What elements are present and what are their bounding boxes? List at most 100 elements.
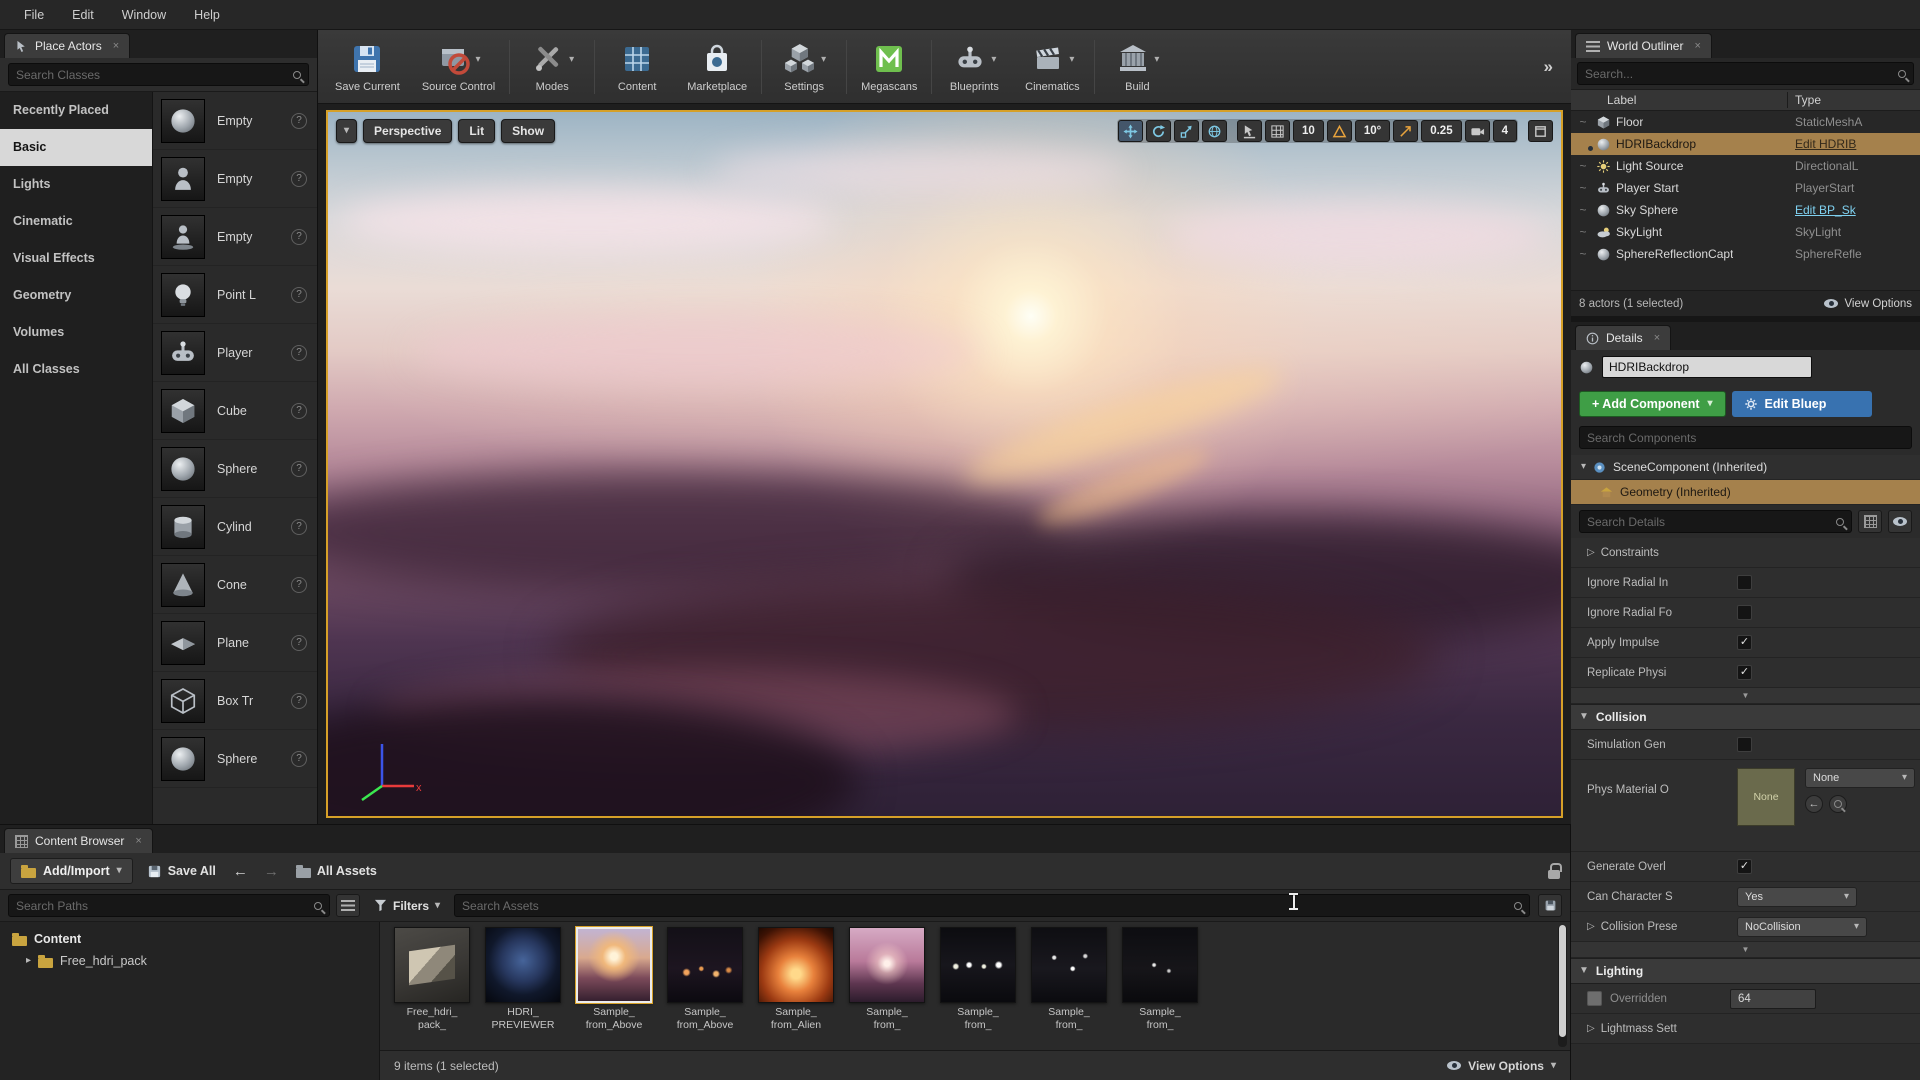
filters-button[interactable]: Filters ▾	[368, 899, 446, 913]
show-button[interactable]: Show	[501, 119, 556, 143]
camera-speed-value[interactable]: 4	[1492, 120, 1517, 142]
tab-world-outliner[interactable]: World Outliner ×	[1575, 33, 1712, 58]
help-icon[interactable]: ?	[291, 228, 307, 245]
property-lightmass-settings[interactable]: ▷ Lightmass Sett	[1571, 1014, 1920, 1044]
outliner-column-header[interactable]: Label Type	[1571, 89, 1920, 111]
chevron-right-icon[interactable]: ▷	[1587, 921, 1595, 932]
rotation-snap-value[interactable]: 10°	[1354, 120, 1391, 142]
advanced-expander[interactable]: ▼	[1571, 942, 1920, 958]
browse-asset-button[interactable]	[1829, 795, 1847, 813]
level-viewport[interactable]: x ▾ Perspective Lit Show 10 10° 0.25 4	[326, 110, 1563, 818]
back-button[interactable]: ←	[230, 863, 251, 880]
chevron-right-icon[interactable]: ▷	[1587, 547, 1595, 558]
search-components-input[interactable]	[1587, 430, 1904, 445]
outliner-view-options-button[interactable]: View Options	[1824, 298, 1912, 310]
asset-sample-from[interactable]: Sample_ from_	[845, 927, 929, 1031]
actor-name-field[interactable]	[1602, 356, 1812, 378]
chevron-right-icon[interactable]: ▸	[26, 956, 31, 966]
grid-snap-value[interactable]: 10	[1293, 120, 1324, 142]
category-recently-placed[interactable]: Recently Placed	[0, 92, 152, 129]
help-icon[interactable]: ?	[291, 344, 307, 361]
scale-snap-button[interactable]	[1393, 120, 1419, 142]
asset-sample-from[interactable]: Sample_ from_	[1118, 927, 1202, 1031]
search-classes-input[interactable]	[16, 67, 287, 82]
menu-window[interactable]: Window	[110, 4, 178, 26]
outliner-row-player-start[interactable]: ~ Player Start PlayerStart	[1571, 177, 1920, 199]
outliner-row-sky-sphere[interactable]: ~ Sky Sphere Edit BP_Sk	[1571, 199, 1920, 221]
forward-button[interactable]: →	[261, 863, 282, 880]
build-button[interactable]: ▾ Build	[1098, 36, 1176, 97]
section-lighting[interactable]: ▼ Lighting	[1571, 958, 1920, 984]
rotation-snap-button[interactable]	[1326, 120, 1352, 142]
can-character-dropdown[interactable]: Yes ▾	[1737, 886, 1857, 907]
asset-free-hdri-pack[interactable]: Free_hdri_ pack_	[390, 927, 474, 1031]
menu-file[interactable]: File	[12, 4, 56, 26]
phys-material-dropdown[interactable]: None ▾	[1805, 768, 1915, 788]
category-volumes[interactable]: Volumes	[0, 314, 152, 351]
category-all-classes[interactable]: All Classes	[0, 351, 152, 388]
surface-snap-button[interactable]	[1237, 120, 1263, 142]
edit-bp-sky-link[interactable]: Edit BP_Sk	[1795, 203, 1920, 217]
tab-place-actors[interactable]: Place Actors ×	[4, 33, 131, 58]
checkbox-checked[interactable]: ✓	[1737, 859, 1752, 874]
use-selected-asset-button[interactable]: ←	[1805, 795, 1823, 813]
lock-icon[interactable]	[1548, 862, 1562, 879]
lit-mode-button[interactable]: Lit	[458, 119, 496, 143]
maximize-viewport-button[interactable]	[1528, 120, 1553, 142]
help-icon[interactable]: ?	[291, 286, 307, 303]
category-lights[interactable]: Lights	[0, 166, 152, 203]
help-icon[interactable]: ?	[291, 112, 307, 129]
category-cinematic[interactable]: Cinematic	[0, 203, 152, 240]
chevron-down-icon[interactable]: ▾	[1581, 462, 1586, 472]
category-basic[interactable]: Basic	[0, 129, 152, 166]
breadcrumb-all-assets[interactable]: All Assets	[292, 864, 381, 878]
help-icon[interactable]: ?	[291, 634, 307, 651]
actor-item-empty-actor[interactable]: Empty ?	[153, 92, 317, 150]
phys-material-thumbnail[interactable]: None	[1737, 768, 1795, 826]
actor-item-sphere[interactable]: Sphere ?	[153, 440, 317, 498]
help-icon[interactable]: ?	[291, 460, 307, 477]
move-tool-button[interactable]	[1118, 120, 1144, 142]
blueprints-button[interactable]: ▾ Blueprints	[935, 36, 1013, 97]
cinematics-button[interactable]: ▾ Cinematics	[1013, 36, 1091, 97]
modes-button[interactable]: ▾ Modes	[513, 36, 591, 97]
checkbox-unchecked[interactable]	[1737, 605, 1752, 620]
outliner-search-input[interactable]	[1585, 66, 1892, 81]
advanced-expander[interactable]: ▼	[1571, 688, 1920, 704]
menu-edit[interactable]: Edit	[60, 4, 106, 26]
search-details-input[interactable]	[1587, 514, 1830, 529]
rotate-tool-button[interactable]	[1146, 120, 1172, 142]
view-options-button[interactable]: View Options ▾	[1447, 1059, 1556, 1073]
scrollbar-thumb[interactable]	[1559, 925, 1566, 1038]
add-import-button[interactable]: Add/Import ▾	[10, 858, 133, 884]
search-assets-input[interactable]	[462, 898, 1508, 913]
close-icon[interactable]: ×	[113, 40, 119, 52]
megascans-button[interactable]: Megascans	[850, 36, 928, 97]
tab-content-browser[interactable]: Content Browser ×	[4, 828, 153, 853]
marketplace-button[interactable]: Marketplace	[676, 36, 758, 97]
help-icon[interactable]: ?	[291, 692, 307, 709]
folder-free-hdri-pack[interactable]: ▸ Free_hdri_pack	[0, 950, 379, 972]
source-control-button[interactable]: ▾ Source Control	[411, 36, 506, 97]
help-icon[interactable]: ?	[291, 170, 307, 187]
sources-toggle-button[interactable]	[336, 894, 360, 917]
edit-blueprint-button[interactable]: Edit Bluep	[1731, 391, 1872, 417]
camera-speed-button[interactable]	[1464, 120, 1490, 142]
property-matrix-button[interactable]	[1858, 510, 1882, 533]
outliner-row-light-source[interactable]: ~ Light Source DirectionalL	[1571, 155, 1920, 177]
edit-hdribackdrop-link[interactable]: Edit HDRIB	[1795, 137, 1920, 151]
world-coordinate-button[interactable]	[1202, 120, 1228, 142]
help-icon[interactable]: ?	[291, 750, 307, 767]
display-filter-button[interactable]	[1888, 510, 1912, 533]
menu-help[interactable]: Help	[182, 4, 232, 26]
close-icon[interactable]: ×	[135, 835, 141, 847]
category-visual-effects[interactable]: Visual Effects	[0, 240, 152, 277]
close-icon[interactable]: ×	[1654, 332, 1660, 344]
component-scenecomponent[interactable]: ▾ SceneComponent (Inherited)	[1571, 455, 1920, 480]
actor-item-cylinder[interactable]: Cylind ?	[153, 498, 317, 556]
outliner-row-hdribackdrop[interactable]: HDRIBackdrop Edit HDRIB	[1571, 133, 1920, 155]
outliner-row-sphere-reflection[interactable]: ~ SphereReflectionCapt SphereRefle	[1571, 243, 1920, 265]
save-current-button[interactable]: Save Current	[324, 36, 411, 97]
actor-item-player-start[interactable]: Player ?	[153, 324, 317, 382]
checkbox-unchecked[interactable]	[1737, 737, 1752, 752]
